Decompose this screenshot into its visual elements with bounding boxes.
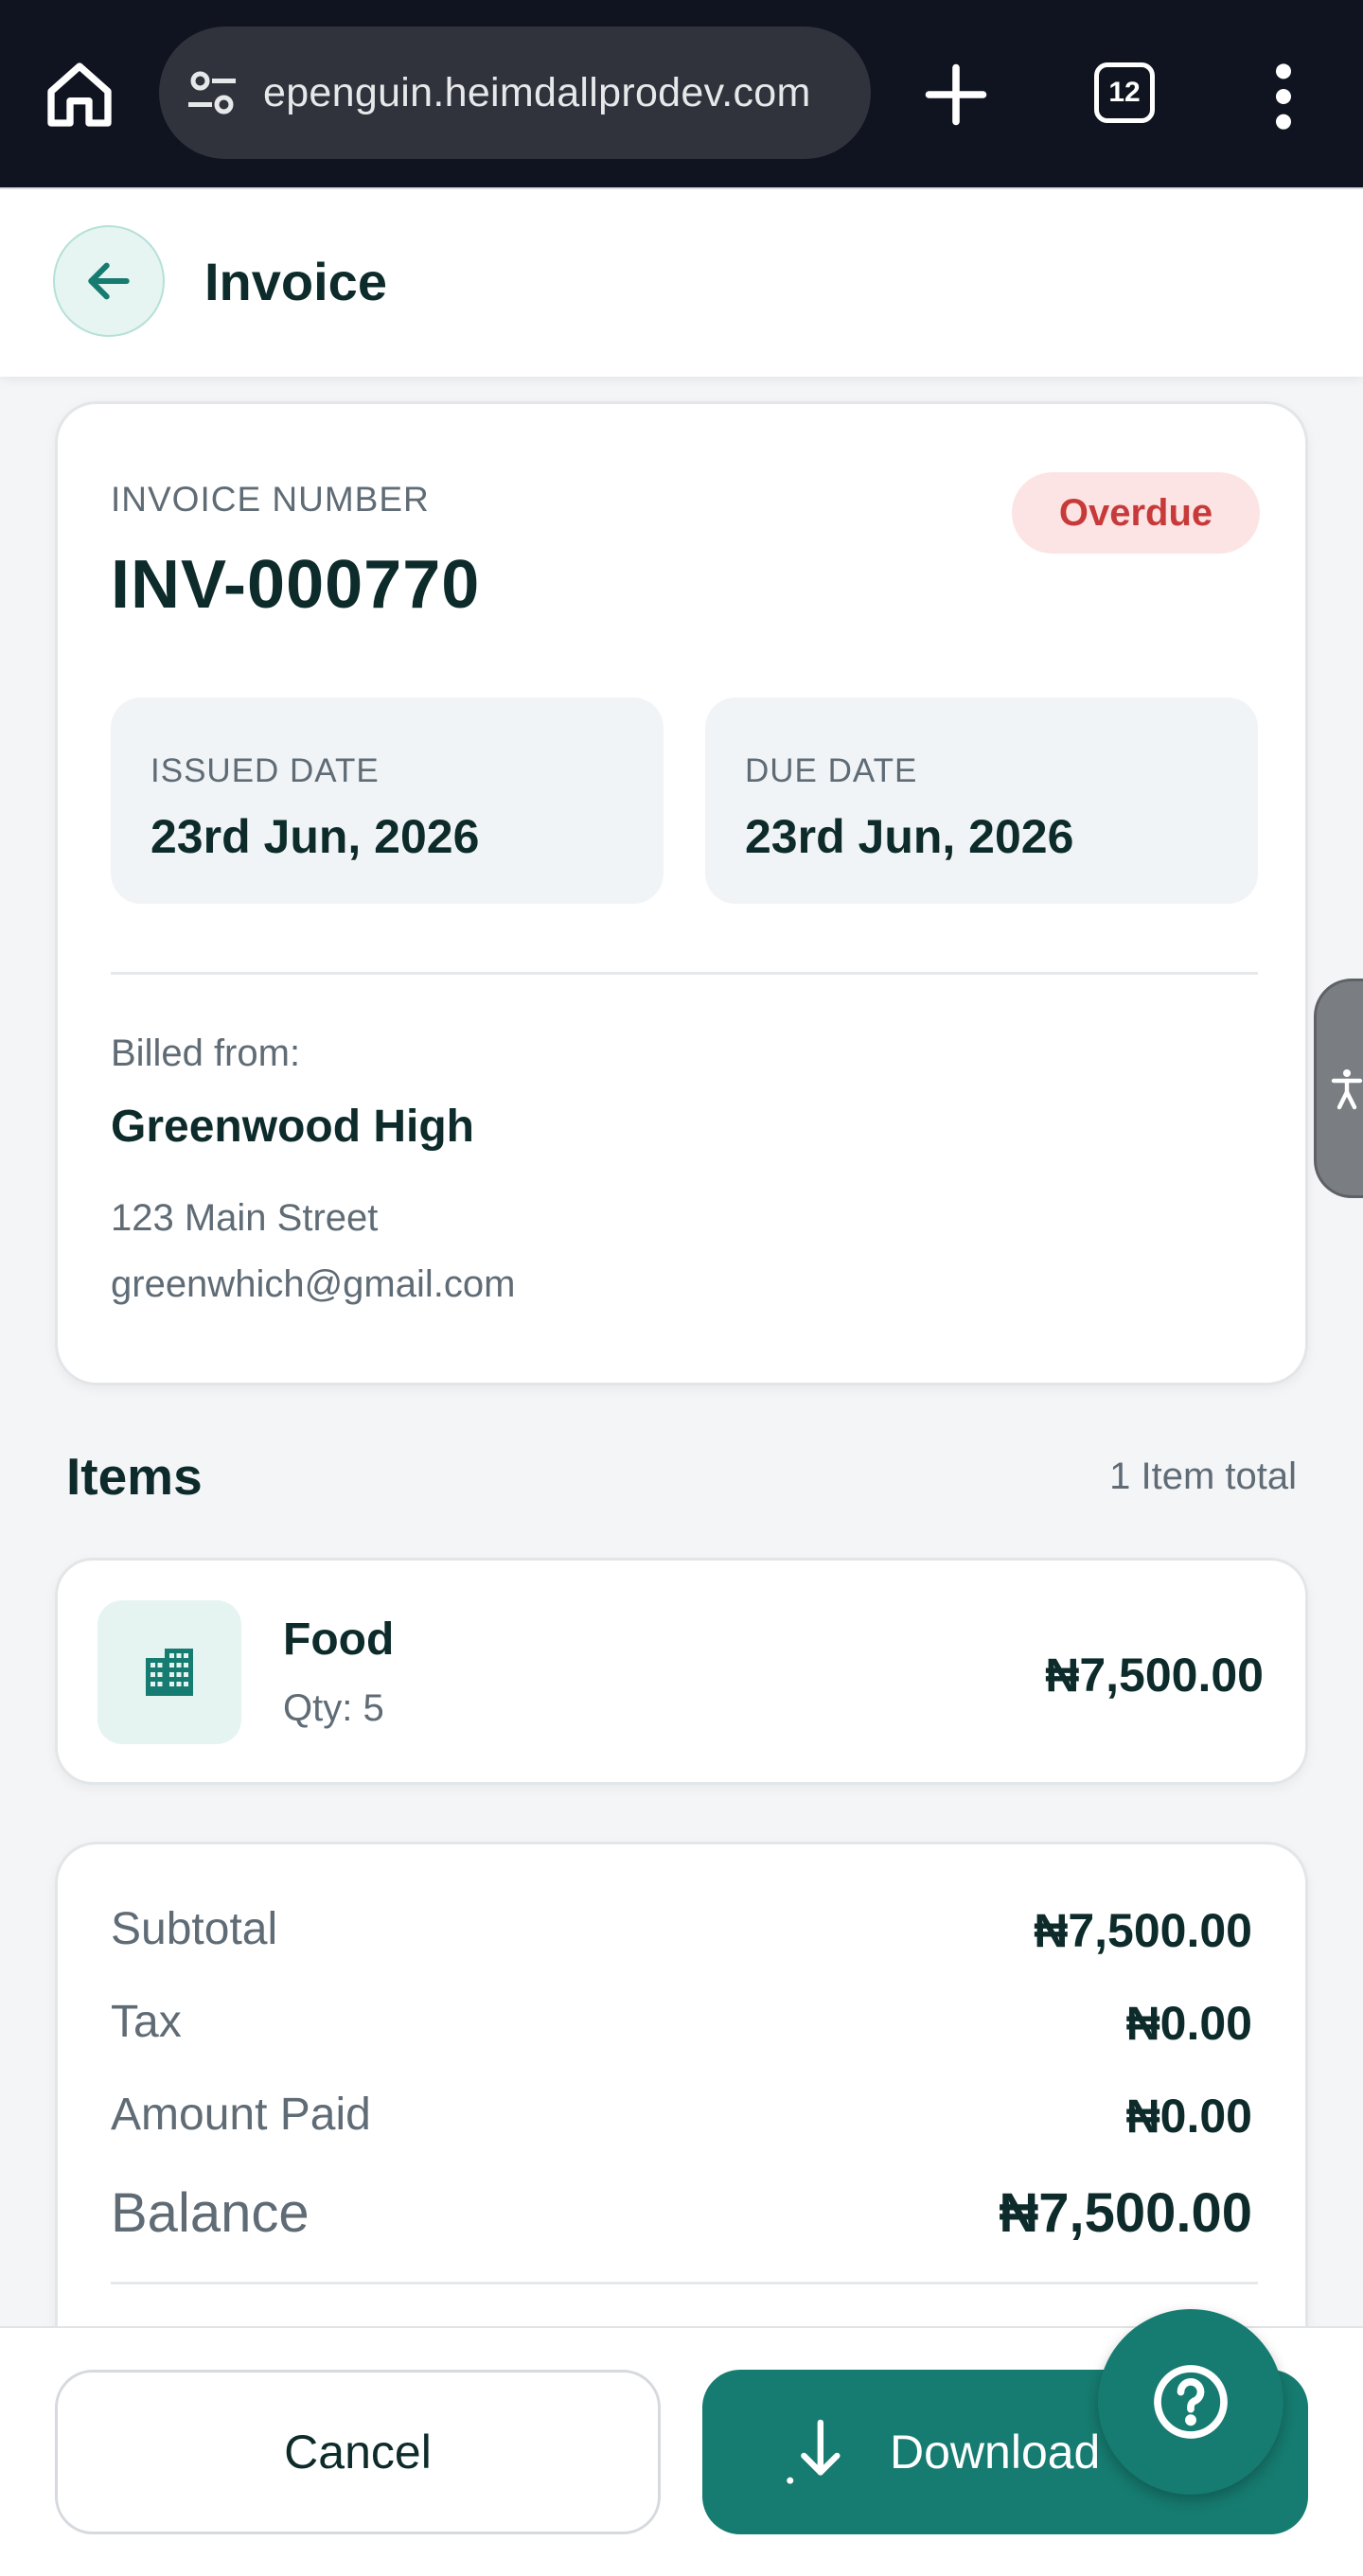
list-item: Food Qty: 5 ₦7,500.00: [55, 1558, 1308, 1785]
status-badge: Overdue: [1012, 472, 1260, 554]
issued-date-value: 23rd Jun, 2026: [150, 810, 480, 863]
url-text: epenguin.heimdallprodev.com: [263, 70, 811, 115]
help-icon: [1154, 2365, 1228, 2439]
amount-paid-value: ₦0.00: [1125, 2090, 1252, 2143]
items-count: 1 Item total: [1109, 1456, 1297, 1497]
subtotal-value: ₦7,500.00: [1034, 1904, 1252, 1957]
invoice-number-label: INVOICE NUMBER: [111, 480, 430, 519]
arrow-left-icon: [88, 262, 130, 300]
page-title: Invoice: [204, 252, 387, 311]
due-date-value: 23rd Jun, 2026: [745, 810, 1074, 863]
divider: [111, 2282, 1258, 2285]
billed-from-name: Greenwood High: [111, 1102, 474, 1152]
back-button[interactable]: [53, 225, 165, 337]
tax-label: Tax: [111, 1997, 182, 2047]
issued-date-label: ISSUED DATE: [150, 752, 380, 789]
address-bar[interactable]: epenguin.heimdallprodev.com: [159, 26, 871, 159]
cancel-button[interactable]: Cancel: [55, 2370, 661, 2534]
balance-label: Balance: [111, 2182, 310, 2244]
item-price: ₦7,500.00: [1045, 1649, 1264, 1702]
amount-paid-label: Amount Paid: [111, 2090, 371, 2140]
due-date-label: DUE DATE: [745, 752, 918, 789]
more-options-icon[interactable]: [1261, 59, 1306, 134]
items-heading: Items: [66, 1447, 203, 1506]
accessibility-icon: [1331, 1069, 1363, 1110]
download-label: Download: [890, 2426, 1101, 2479]
item-quantity: Qty: 5: [283, 1687, 384, 1729]
home-icon[interactable]: [42, 57, 117, 132]
issued-date-box: ISSUED DATE 23rd Jun, 2026: [111, 697, 664, 904]
app-header: Invoice: [0, 187, 1363, 377]
tax-value: ₦0.00: [1125, 1997, 1252, 2050]
invoice-number: INV-000770: [111, 547, 481, 623]
billed-from-email: greenwhich@gmail.com: [111, 1263, 516, 1305]
tab-switcher-button[interactable]: 12: [1094, 62, 1155, 123]
divider: [111, 972, 1258, 975]
due-date-box: DUE DATE 23rd Jun, 2026: [705, 697, 1258, 904]
balance-value: ₦7,500.00: [999, 2182, 1252, 2244]
download-icon: [787, 2419, 841, 2484]
accessibility-button[interactable]: [1314, 979, 1363, 1198]
browser-toolbar: epenguin.heimdallprodev.com 12: [0, 0, 1363, 187]
item-name: Food: [283, 1614, 395, 1665]
invoice-details-card: INVOICE NUMBER INV-000770 Overdue ISSUED…: [55, 401, 1308, 1385]
site-settings-icon[interactable]: [184, 64, 240, 121]
billed-from-address: 123 Main Street: [111, 1197, 379, 1239]
building-icon: [97, 1600, 241, 1744]
help-button[interactable]: [1098, 2309, 1283, 2495]
billed-from-label: Billed from:: [111, 1032, 301, 1074]
subtotal-label: Subtotal: [111, 1904, 278, 1954]
new-tab-icon[interactable]: [920, 59, 992, 131]
